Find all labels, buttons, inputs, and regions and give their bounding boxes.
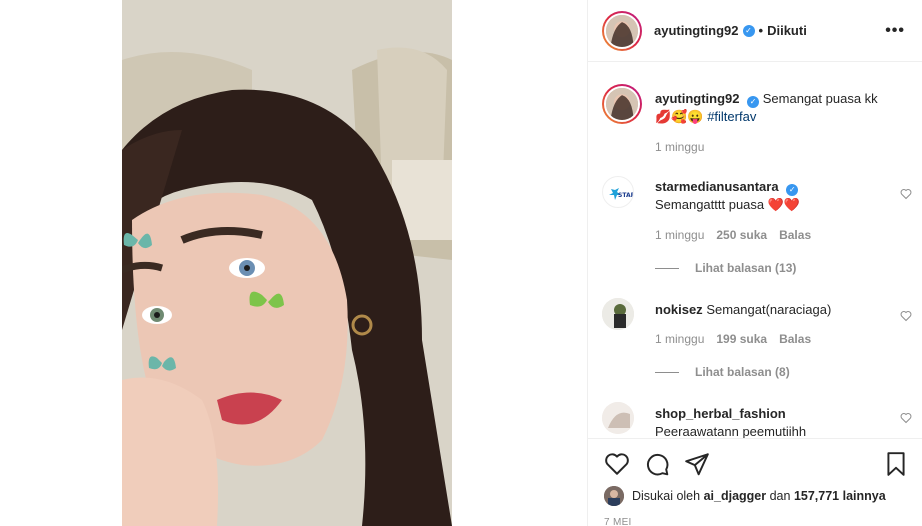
view-replies-button[interactable]: Lihat balasan (8) — [655, 365, 790, 379]
comment-username[interactable]: starmedianusantara — [655, 179, 779, 194]
author-avatar[interactable] — [602, 10, 642, 51]
comment-text: Semangat(naraciaga) — [706, 302, 832, 317]
comment-text: Semangatttt puasa ❤️❤️ — [655, 197, 801, 212]
likes-count[interactable]: 157,771 — [794, 489, 839, 503]
post-date: 7 MEI — [604, 517, 632, 526]
verified-icon: ✓ — [747, 96, 760, 108]
like-comment-heart-icon[interactable] — [900, 310, 912, 322]
separator-dot: • — [758, 23, 764, 38]
like-comment-heart-icon[interactable] — [900, 412, 912, 424]
post-media-area — [0, 0, 587, 526]
caption-text: Semangat puasa kk — [762, 91, 878, 106]
bookmark-icon[interactable] — [883, 451, 909, 477]
caption-avatar[interactable] — [602, 84, 642, 124]
follow-status-button[interactable]: Diikuti — [767, 23, 807, 38]
caption-username[interactable]: ayutingting92 — [655, 91, 740, 106]
comment-username[interactable]: shop_herbal_fashion — [655, 406, 786, 421]
post-actions: Disukai oleh ai_djagger dan 157,771 lain… — [588, 438, 922, 526]
caption-emojis: 💋🥰😛 — [655, 109, 704, 124]
heart-icon[interactable] — [604, 451, 630, 477]
caption-time: 1 minggu — [655, 140, 705, 154]
comment-text: Peeraawatann peemutiihh — [655, 424, 807, 438]
post-photo[interactable] — [122, 0, 452, 526]
commenter-avatar[interactable] — [602, 402, 634, 434]
caption-hashtag[interactable]: #filterfav — [707, 109, 756, 124]
svg-text:STAR: STAR — [618, 192, 634, 199]
comment-meta: 1 minggu 199 suka Balas — [655, 332, 812, 346]
reply-button[interactable]: Balas — [779, 332, 811, 346]
comment-icon[interactable] — [644, 451, 670, 477]
likes-suffix[interactable]: lainnya — [843, 489, 886, 503]
view-replies-button[interactable]: Lihat balasan (13) — [655, 261, 796, 275]
more-icon[interactable]: ••• — [885, 22, 905, 40]
post-header: ayutingting92 ✓ • Diikuti ••• — [588, 0, 922, 62]
author-username[interactable]: ayutingting92 — [654, 23, 739, 38]
comment-meta: 1 minggu 250 suka Balas — [655, 228, 812, 242]
likes-middle: dan — [769, 489, 791, 503]
like-comment-heart-icon[interactable] — [900, 188, 912, 200]
comment-username[interactable]: nokisez — [655, 302, 703, 317]
share-icon[interactable] — [684, 451, 710, 477]
likes-prefix: Disukai oleh — [632, 489, 701, 503]
verified-icon: ✓ — [786, 184, 799, 196]
liker-avatar[interactable] — [604, 486, 624, 506]
likes-summary: Disukai oleh ai_djagger dan 157,771 lain… — [604, 486, 886, 506]
liker-username[interactable]: ai_djagger — [704, 489, 767, 503]
verified-icon: ✓ — [742, 24, 755, 37]
commenter-avatar[interactable] — [602, 298, 634, 330]
commenter-avatar[interactable]: STAR — [602, 176, 634, 208]
reply-button[interactable]: Balas — [779, 228, 811, 242]
comments-section[interactable]: ayutingting92 ✓ Semangat puasa kk 💋🥰😛 #f… — [588, 62, 922, 438]
post-side-panel: ayutingting92 ✓ • Diikuti ••• ayutingtin… — [587, 0, 922, 526]
